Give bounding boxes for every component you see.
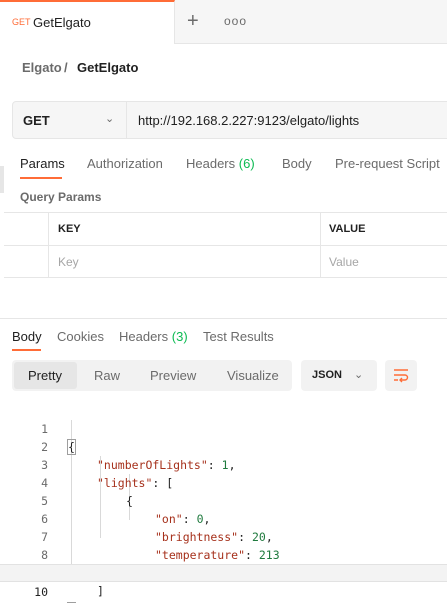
url-input[interactable] [127, 101, 447, 139]
response-headers-count-badge: (3) [171, 329, 188, 344]
table-divider [4, 245, 447, 246]
tab-params[interactable]: Params [20, 156, 65, 171]
response-tab-cookies[interactable]: Cookies [57, 329, 104, 344]
table-column-divider [320, 212, 321, 278]
code-line: 8 } [0, 528, 447, 580]
tab-headers-label: Headers [186, 156, 236, 171]
format-raw-button[interactable]: Raw [94, 368, 120, 383]
format-visualize-button[interactable]: Visualize [227, 368, 279, 383]
code-bracket: ] [97, 584, 104, 598]
active-tab-indicator [12, 349, 41, 351]
language-select-label: JSON [312, 369, 342, 381]
format-preview-button[interactable]: Preview [150, 368, 196, 383]
code-line: 9 ] [0, 546, 447, 598]
sidebar-edge [0, 166, 4, 193]
code-line: 5 "on": 0, [0, 474, 447, 526]
code-line: 3 "lights": [ [0, 438, 447, 490]
headers-count-badge: (6) [238, 156, 255, 171]
tab-body[interactable]: Body [282, 156, 312, 171]
code-line: 1 { [0, 402, 447, 455]
tab-prerequest-script[interactable]: Pre-request Script [335, 156, 440, 171]
table-column-divider [48, 212, 49, 278]
chevron-down-icon: ⌄ [105, 113, 115, 125]
http-method-label: GET [23, 113, 50, 128]
active-tab-indicator [20, 177, 62, 179]
column-header-value: VALUE [329, 223, 366, 235]
wrap-lines-icon [394, 369, 409, 383]
tab-authorization[interactable]: Authorization [87, 156, 163, 171]
breadcrumb-request-name[interactable]: GetElgato [77, 60, 138, 75]
response-tab-body[interactable]: Body [12, 329, 42, 344]
new-tab-plus-icon[interactable]: + [187, 11, 199, 31]
pane-divider[interactable] [0, 318, 447, 319]
code-text: ] [97, 582, 104, 600]
param-key-input[interactable]: Key [58, 255, 79, 269]
tab-title: GetElgato [33, 15, 91, 30]
response-tab-headers[interactable]: Headers (3) [119, 329, 188, 344]
code-line: 4 { [0, 456, 447, 508]
more-tabs-icon[interactable]: ooo [224, 14, 247, 28]
breadcrumb-collection[interactable]: Elgato [22, 60, 62, 75]
param-value-input[interactable]: Value [329, 255, 359, 269]
query-params-title: Query Params [20, 190, 102, 204]
line-number: 10 [34, 585, 48, 599]
format-pretty-button[interactable]: Pretty [28, 368, 62, 383]
tab-headers[interactable]: Headers (6) [186, 156, 255, 171]
response-headers-label: Headers [119, 329, 169, 344]
response-body-editor[interactable]: 1 { 2 "numberOfLights": 1, 3 "lights": [… [0, 400, 447, 603]
column-header-key: KEY [58, 223, 81, 235]
code-line: 2 "numberOfLights": 1, [0, 420, 447, 472]
breadcrumb-separator: / [64, 60, 68, 75]
tab-method-badge: GET [12, 17, 31, 27]
response-tab-test-results[interactable]: Test Results [203, 329, 274, 344]
chevron-down-icon: ⌄ [354, 369, 364, 381]
code-line: 7 "temperature": 213 [0, 510, 447, 562]
code-line-current: 10 } [0, 564, 447, 603]
code-line: 6 "brightness": 20, [0, 492, 447, 544]
